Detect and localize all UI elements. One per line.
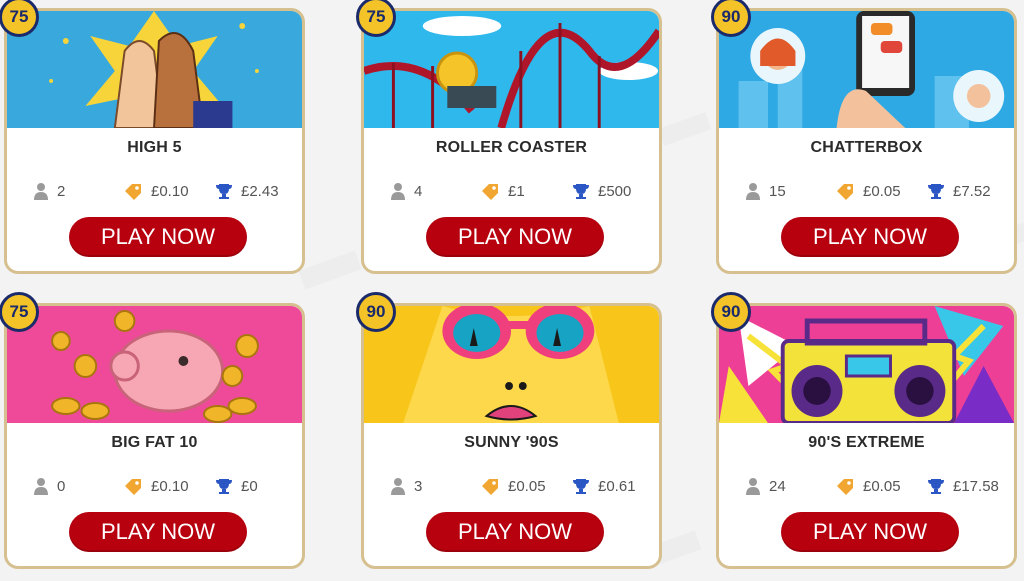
player-icon — [391, 478, 405, 495]
ticket-price-stat: £1 — [480, 182, 525, 200]
play-now-button[interactable]: PLAY NOW — [781, 217, 959, 257]
players-stat: 15 — [745, 182, 786, 200]
trophy-icon — [928, 479, 944, 494]
ticket-price: £0.10 — [151, 182, 189, 200]
prize-amount: £2.43 — [241, 182, 279, 200]
ticket-price: £0.05 — [508, 477, 546, 495]
game-title: BIG FAT 10 — [111, 434, 198, 451]
game-card-big-fat-10[interactable]: 75 BIG FAT 10 0 £0.10 £0 PLAY NOW — [0, 292, 305, 569]
play-now-button[interactable]: PLAY NOW — [781, 512, 959, 552]
ticket-price-stat: £0.05 — [835, 182, 901, 200]
ticket-price-stat: £0.05 — [480, 477, 546, 495]
player-icon — [34, 183, 48, 200]
play-now-button[interactable]: PLAY NOW — [426, 512, 604, 552]
ticket-price-stat: £0.10 — [123, 182, 189, 200]
ticket-price-stat: £0.10 — [123, 477, 189, 495]
game-card-chatterbox[interactable]: 90 CHATTERBOX 15 £0.05 £7.52 PLAY NOW — [711, 0, 1017, 274]
price-tag-icon — [482, 479, 498, 495]
play-now-button[interactable]: PLAY NOW — [426, 217, 604, 257]
player-icon — [34, 478, 48, 495]
game-title: 90'S EXTREME — [808, 434, 925, 451]
ticket-price: £0.05 — [863, 477, 901, 495]
game-art-high-five[interactable] — [7, 11, 302, 128]
players-count: 24 — [769, 477, 786, 495]
game-title: CHATTERBOX — [810, 139, 923, 156]
ball-count-badge: 75 — [0, 292, 39, 332]
trophy-icon — [928, 184, 944, 199]
game-art-sunglasses-face[interactable] — [364, 306, 659, 423]
players-stat: 3 — [390, 477, 422, 495]
game-title: HIGH 5 — [127, 139, 182, 156]
players-count: 0 — [57, 477, 66, 495]
game-art-boombox[interactable] — [719, 306, 1014, 423]
prize-stat: £500 — [572, 182, 631, 200]
ticket-price: £1 — [508, 182, 525, 200]
game-art-roller-coaster[interactable] — [364, 11, 659, 128]
play-now-button[interactable]: PLAY NOW — [69, 512, 247, 552]
players-stat: 0 — [33, 477, 65, 495]
price-tag-icon — [837, 184, 853, 200]
prize-amount: £7.52 — [953, 182, 991, 200]
prize-stat: £2.43 — [215, 182, 279, 200]
game-title: ROLLER COASTER — [435, 139, 588, 156]
game-card-sunny-90s[interactable]: 90 SUNNY '90S 3 £0.05 £0.61 PLAY NOW — [356, 292, 662, 569]
game-card-roller-coaster[interactable]: 75 ROLLER COASTER 4 £1 £500 PLAY NOW — [356, 0, 662, 274]
prize-amount: £0.61 — [598, 477, 636, 495]
players-count: 3 — [414, 477, 423, 495]
game-art-piggy-bank[interactable] — [7, 306, 302, 423]
prize-amount: £17.58 — [953, 477, 999, 495]
ball-count-badge: 90 — [711, 292, 751, 332]
trophy-icon — [573, 479, 589, 494]
trophy-icon — [216, 479, 232, 494]
player-icon — [746, 478, 760, 495]
players-count: 4 — [414, 182, 423, 200]
game-art-chatterbox[interactable] — [719, 11, 1014, 128]
price-tag-icon — [125, 184, 141, 200]
trophy-icon — [216, 184, 232, 199]
players-count: 15 — [769, 182, 786, 200]
players-stat: 24 — [745, 477, 786, 495]
game-card-high-5[interactable]: 75 HIGH 5 2 £0.10 £2.43 PLAY NOW — [0, 0, 305, 274]
game-title: SUNNY '90S — [464, 434, 559, 451]
prize-stat: £0.61 — [572, 477, 636, 495]
player-icon — [746, 183, 760, 200]
ball-count-badge: 90 — [356, 292, 396, 332]
game-card-90s-extreme[interactable]: 90 90'S EXTREME 24 £0.05 £17.58 PLAY NOW — [711, 292, 1017, 569]
ticket-price: £0.05 — [863, 182, 901, 200]
players-count: 2 — [57, 182, 66, 200]
prize-stat: £7.52 — [927, 182, 991, 200]
play-now-button[interactable]: PLAY NOW — [69, 217, 247, 257]
prize-amount: £500 — [598, 182, 632, 200]
players-stat: 4 — [390, 182, 422, 200]
price-tag-icon — [125, 479, 141, 495]
prize-amount: £0 — [241, 477, 258, 495]
price-tag-icon — [837, 479, 853, 495]
trophy-icon — [573, 184, 589, 199]
player-icon — [391, 183, 405, 200]
ticket-price: £0.10 — [151, 477, 189, 495]
price-tag-icon — [482, 184, 498, 200]
prize-stat: £17.58 — [927, 477, 999, 495]
prize-stat: £0 — [215, 477, 258, 495]
players-stat: 2 — [33, 182, 65, 200]
ticket-price-stat: £0.05 — [835, 477, 901, 495]
